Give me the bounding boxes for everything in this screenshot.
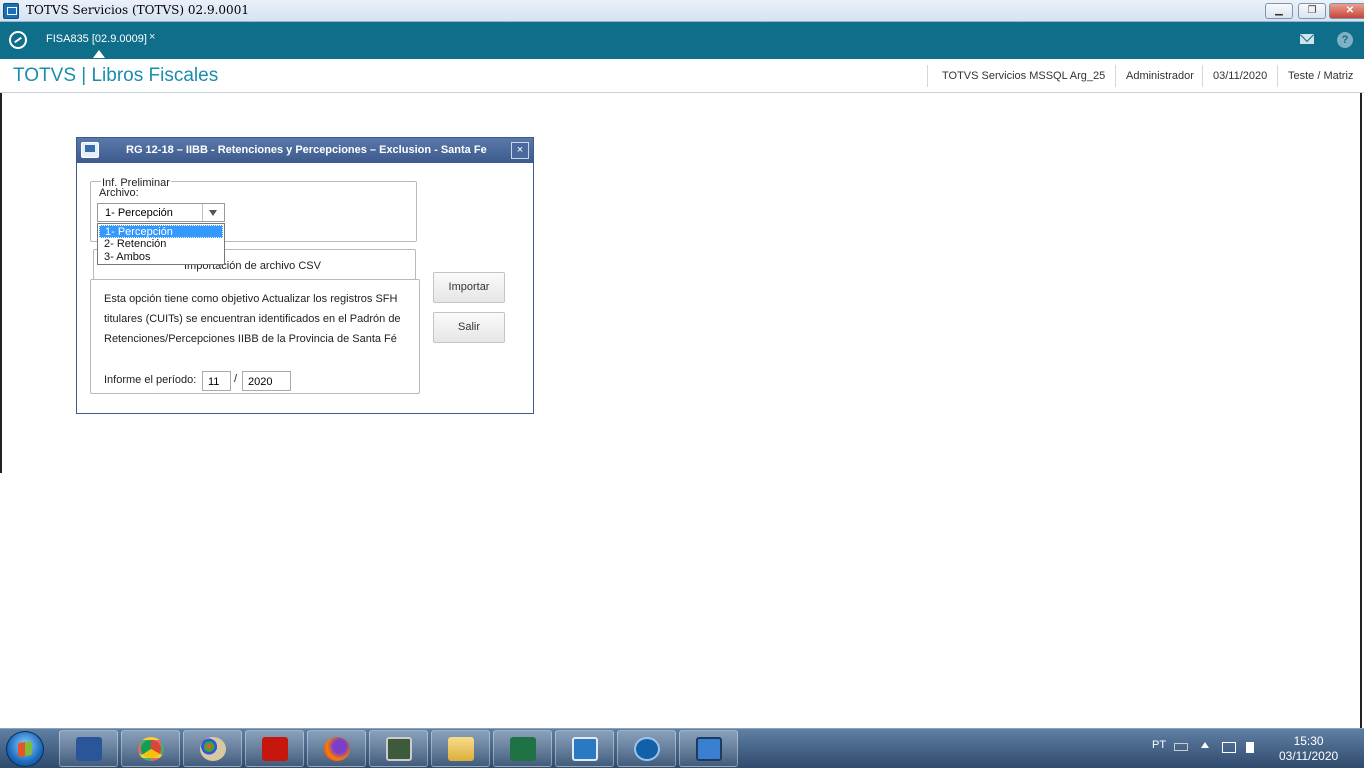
window-title-bar: TOTVS Servicios (TOTVS) 02.9.0001 ▁ ❐ ✕: [0, 0, 1364, 22]
chevron-down-icon[interactable]: [202, 204, 224, 221]
period-month-input[interactable]: 11: [202, 371, 231, 391]
company-label: Teste / Matriz: [1288, 70, 1354, 82]
taskbar-chrome[interactable]: [121, 730, 180, 767]
taskbar-acrobat[interactable]: [245, 730, 304, 767]
chrome-icon: [138, 737, 164, 761]
help-icon[interactable]: ?: [1337, 32, 1353, 48]
tab-close-icon[interactable]: ×: [149, 31, 155, 43]
header-divider: [1277, 65, 1278, 87]
taskbar-monitor[interactable]: [369, 730, 428, 767]
workspace-border: [1360, 93, 1362, 728]
app-store-icon: [634, 737, 660, 761]
dropdown-option-percepcion[interactable]: 1- Percepción: [99, 225, 223, 238]
acrobat-icon: [262, 737, 288, 761]
excel-icon: [510, 737, 536, 761]
description-line: Esta opción tiene como objetivo Actualiz…: [104, 293, 398, 305]
workspace-border: [0, 93, 2, 473]
window-title: TOTVS Servicios (TOTVS) 02.9.0001: [26, 3, 249, 17]
language-indicator[interactable]: PT: [1152, 739, 1166, 751]
module-tab-bar: FISA835 [02.9.0009] × ?: [0, 22, 1364, 59]
taskbar-firefox[interactable]: [307, 730, 366, 767]
explorer-icon: [448, 737, 474, 761]
totvs-icon: [696, 737, 722, 761]
volume-icon[interactable]: [1246, 742, 1254, 753]
totvs-logo-icon[interactable]: [9, 31, 27, 49]
taskbar-paint[interactable]: [183, 730, 242, 767]
taskbar-remote[interactable]: [555, 730, 614, 767]
header-divider: [1115, 65, 1116, 87]
dialog-close-button[interactable]: ×: [511, 142, 529, 159]
archivo-dropdown-list: 1- Percepción 2- Retención 3- Ambos: [97, 223, 225, 265]
app-window-icon: [3, 3, 19, 19]
taskbar-word[interactable]: [59, 730, 118, 767]
import-button[interactable]: Importar: [433, 272, 505, 303]
archivo-select[interactable]: 1- Percepción: [97, 203, 225, 222]
monitor-icon: [386, 737, 412, 761]
taskbar-excel[interactable]: [493, 730, 552, 767]
firefox-icon: [324, 737, 350, 761]
network-icon[interactable]: [1222, 742, 1236, 753]
period-label: Informe el período:: [104, 374, 197, 386]
taskbar-app-store[interactable]: [617, 730, 676, 767]
header-divider: [927, 65, 928, 87]
exit-button[interactable]: Salir: [433, 312, 505, 343]
paint-icon: [200, 737, 226, 761]
archivo-label: Archivo:: [99, 187, 139, 199]
header-divider: [1202, 65, 1203, 87]
keyboard-icon[interactable]: [1174, 743, 1188, 751]
mail-icon[interactable]: [1300, 34, 1314, 44]
description-line: titulares (CUITs) se encuentran identifi…: [104, 313, 401, 325]
description-line: Retenciones/Percepciones IIBB de la Prov…: [104, 333, 397, 345]
user-label: Administrador: [1126, 70, 1194, 82]
dropdown-option-retencion[interactable]: 2- Retención: [99, 238, 223, 251]
remote-icon: [572, 737, 598, 761]
taskbar-clock[interactable]: 15:30 03/11/2020: [1279, 734, 1338, 764]
clock-date: 03/11/2020: [1279, 749, 1339, 763]
minimize-button[interactable]: ▁: [1265, 3, 1293, 19]
tab-active-indicator: [93, 50, 105, 58]
windows-taskbar: PT 15:30 03/11/2020: [0, 728, 1364, 768]
exclusion-dialog: RG 12-18 – IIBB - Retenciones y Percepci…: [76, 137, 534, 414]
taskbar-totvs[interactable]: [679, 730, 738, 767]
dialog-title-bar[interactable]: RG 12-18 – IIBB - Retenciones y Percepci…: [77, 138, 533, 163]
start-button[interactable]: [6, 731, 44, 767]
period-separator: /: [234, 373, 238, 385]
page-title: TOTVS | Libros Fiscales: [13, 65, 219, 86]
clock-time: 15:30: [1293, 734, 1324, 748]
archivo-selected-value: 1- Percepción: [105, 207, 173, 219]
environment-label: TOTVS Servicios MSSQL Arg_25: [942, 70, 1106, 82]
taskbar-explorer[interactable]: [431, 730, 490, 767]
period-year-input[interactable]: 2020: [242, 371, 291, 391]
dialog-window-icon: [81, 142, 99, 158]
tray-expand-icon[interactable]: [1201, 742, 1209, 748]
date-label: 03/11/2020: [1213, 70, 1268, 82]
app-header: TOTVS | Libros Fiscales TOTVS Servicios …: [0, 59, 1364, 93]
dialog-title: RG 12-18 – IIBB - Retenciones y Percepci…: [126, 144, 487, 156]
dropdown-option-ambos[interactable]: 3- Ambos: [99, 251, 223, 264]
word-icon: [76, 737, 102, 761]
close-window-button[interactable]: ✕: [1329, 3, 1364, 19]
restore-button[interactable]: ❐: [1298, 3, 1326, 19]
description-group: Esta opción tiene como objetivo Actualiz…: [90, 279, 420, 394]
